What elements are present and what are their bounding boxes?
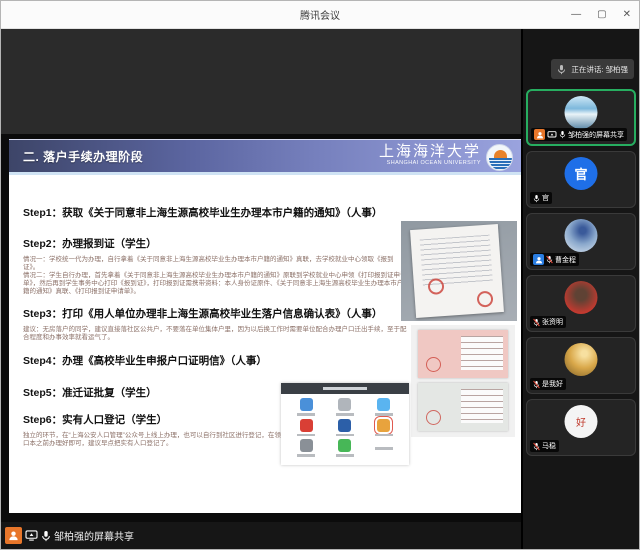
meeting-main: 二. 落户手续办理阶段 上海海洋大学 SHANGHAI OCEAN UNIVER… <box>1 29 639 549</box>
participant-tile-guan[interactable]: 官 官 <box>526 151 636 208</box>
minimize-icon[interactable]: — <box>571 10 581 20</box>
person-icon <box>535 256 543 264</box>
mic-icon <box>533 194 540 203</box>
app-icon-highlighted <box>377 419 390 432</box>
participant-tile-mawen[interactable]: 好 马稳 <box>526 399 636 456</box>
police-service-app-screenshot <box>281 383 409 465</box>
app-icon <box>338 419 351 432</box>
avatar <box>565 96 598 129</box>
participant-name: 曹金程 <box>555 255 576 265</box>
participant-tile-zhangziming[interactable]: 张资明 <box>526 275 636 332</box>
red-seal-icon <box>476 291 493 308</box>
maximize-icon[interactable]: ▢ <box>597 10 606 20</box>
person-icon <box>536 131 544 139</box>
registration-certificate-photo <box>411 325 515 437</box>
university-name-cn: 上海海洋大学 <box>379 143 481 160</box>
participant-tile-shiwo[interactable]: 是我好 <box>526 337 636 394</box>
printer-icon <box>300 439 313 452</box>
mic-muted-icon <box>533 380 540 389</box>
app-screenshot-header <box>281 383 409 394</box>
step-2-note: 情况一：学校统一代为办理，自行拿着《关于同意非上海生源高校毕业生办理本市户籍的通… <box>23 256 409 296</box>
screen-share-icon <box>25 530 38 541</box>
step-6-note: 独立的环节，在“上海公安人口管理”公众号上线上办理，也可以自行到社区进行登记，在… <box>23 432 291 448</box>
mic-icon <box>41 530 51 542</box>
host-badge-icon <box>534 129 545 140</box>
window-title: 腾讯会议 <box>300 7 340 22</box>
mic-muted-icon <box>546 255 553 264</box>
speaking-indicator: 正在讲话: 邹柏强 <box>551 59 634 79</box>
participant-label: 曹金程 <box>530 253 579 266</box>
app-icon <box>377 398 390 411</box>
app-window: 腾讯会议 — ▢ ✕ 二. 落户手续办理阶段 上海海洋大学 SHANGHAI O… <box>0 0 640 550</box>
slide-body: Step1：获取《关于同意非上海生源高校毕业生办理本市户籍的通知》（人事） St… <box>9 175 521 510</box>
certificate-card-pink <box>418 330 508 378</box>
participants-sidebar[interactable]: 正在讲话: 邹柏强 邹柏强的屏幕共享 <box>521 29 639 549</box>
participant-tile-caojincheng[interactable]: 曹金程 <box>526 213 636 270</box>
screen-share-icon <box>547 131 557 139</box>
shared-screen-letterbox <box>1 29 523 134</box>
slide-section-title: 二. 落户手续办理阶段 <box>9 148 143 165</box>
person-icon <box>8 530 19 541</box>
participant-name: 邹柏强的屏幕共享 <box>568 130 624 140</box>
participant-tile-zoubaiqiang[interactable]: 邹柏强的屏幕共享 <box>526 89 636 146</box>
mic-icon <box>557 64 566 75</box>
speaking-indicator-label: 正在讲话: 邹柏强 <box>571 64 628 75</box>
step-3-note: 建议：无房落户的同学，建议直接落社区公共户，不要落在单位集体户里，因为以后换工作… <box>23 326 409 342</box>
mic-muted-icon <box>533 318 540 327</box>
close-icon[interactable]: ✕ <box>623 10 631 20</box>
participant-name: 马稳 <box>542 441 556 451</box>
participant-name: 张资明 <box>542 317 563 327</box>
participant-label: 马稳 <box>530 440 559 452</box>
member-badge-icon <box>533 254 544 265</box>
app-icon <box>338 439 351 452</box>
participant-label: 是我好 <box>530 378 566 390</box>
step-3: Step3：打印《用人单位办理非上海生源高校毕业生落户信息确认表》（人事） <box>23 306 409 321</box>
participant-name: 官 <box>542 193 549 203</box>
avatar <box>565 343 598 376</box>
participant-label: 张资明 <box>530 316 566 328</box>
red-seal-icon <box>427 278 444 295</box>
screen-share-banner: 邹柏强的屏幕共享 <box>1 522 523 549</box>
app-icon <box>300 419 313 432</box>
avatar: 好 <box>565 405 598 438</box>
certificate-card-grey <box>418 383 508 431</box>
notice-document-photo <box>401 221 517 321</box>
avatar: 官 <box>565 157 598 190</box>
step-2: Step2：办理报到证（学生） <box>23 236 409 251</box>
avatar <box>565 281 598 314</box>
avatar <box>565 219 598 252</box>
mic-icon <box>559 130 566 139</box>
host-badge-icon <box>5 527 22 544</box>
shared-screen-area: 二. 落户手续办理阶段 上海海洋大学 SHANGHAI OCEAN UNIVER… <box>1 29 523 549</box>
title-bar: 腾讯会议 — ▢ ✕ <box>1 1 639 29</box>
document-paper <box>410 224 504 318</box>
participant-label: 官 <box>530 192 552 204</box>
window-controls: — ▢ ✕ <box>571 1 631 29</box>
step-4: Step4：办理《高校毕业生申报户口证明信》（人事） <box>23 353 409 368</box>
share-banner-label: 邹柏强的屏幕共享 <box>54 528 134 543</box>
university-logo-icon <box>486 144 513 171</box>
slide-header: 二. 落户手续办理阶段 上海海洋大学 SHANGHAI OCEAN UNIVER… <box>9 139 521 175</box>
app-icon-grid <box>281 394 409 461</box>
presentation-slide: 二. 落户手续办理阶段 上海海洋大学 SHANGHAI OCEAN UNIVER… <box>9 139 521 513</box>
participant-name: 是我好 <box>542 379 563 389</box>
university-name: 上海海洋大学 SHANGHAI OCEAN UNIVERSITY <box>379 143 481 166</box>
app-icon <box>300 398 313 411</box>
mic-muted-icon <box>533 442 540 451</box>
app-icon <box>338 398 351 411</box>
participant-label: 邹柏强的屏幕共享 <box>531 128 627 141</box>
step-1: Step1：获取《关于同意非上海生源高校毕业生办理本市户籍的通知》（人事） <box>23 205 409 220</box>
university-name-en: SHANGHAI OCEAN UNIVERSITY <box>379 160 481 166</box>
